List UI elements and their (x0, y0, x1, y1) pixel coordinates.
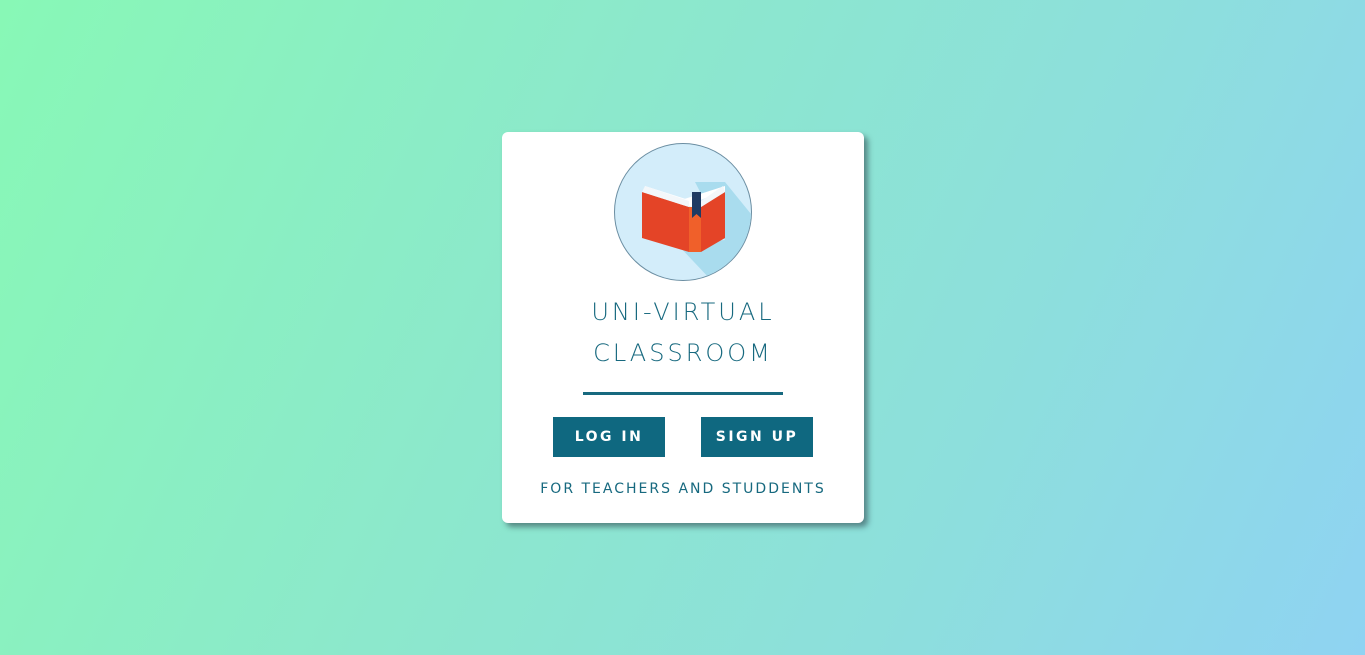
welcome-card: UNI-VIRTUAL CLASSROOM LOG IN SIGN UP FOR… (502, 132, 864, 523)
signup-button[interactable]: SIGN UP (701, 417, 813, 457)
app-title-line2: CLASSROOM (593, 339, 773, 367)
open-book-icon (642, 182, 751, 280)
logo (614, 143, 752, 281)
title-divider (583, 392, 783, 395)
app-title-line1: UNI-VIRTUAL (591, 298, 775, 326)
login-button[interactable]: LOG IN (553, 417, 665, 457)
app-title: UNI-VIRTUAL CLASSROOM (502, 292, 864, 374)
tagline: FOR TEACHERS AND STUDDENTS (540, 481, 826, 497)
